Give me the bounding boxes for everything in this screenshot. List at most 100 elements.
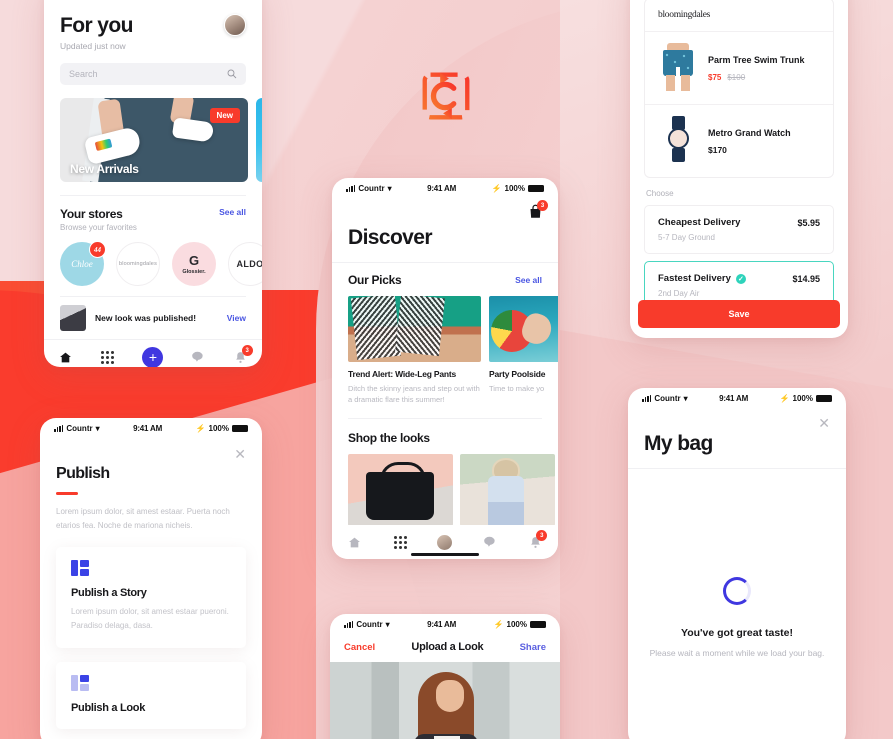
card-title: Publish a Look (71, 702, 146, 715)
store-name: Chloe (71, 259, 93, 269)
pick-image (489, 296, 558, 362)
publish-look-card[interactable]: Publish a Look (56, 662, 246, 730)
upload-topbar: Cancel Upload a Look Share (330, 634, 560, 662)
pick-description: Ditch the skinny jeans and step out with… (348, 384, 480, 405)
table-row[interactable]: Parm Tree Swim Trunk $75 $100 (645, 31, 833, 104)
wifi-icon: ▾ (683, 393, 688, 403)
look-thumbnail (60, 305, 86, 331)
list-item[interactable]: Party Poolside Time to make yo (489, 296, 558, 406)
clock-label: 9:41 AM (719, 393, 749, 403)
hero-card-new-arrivals[interactable]: New New Arrivals (60, 98, 248, 182)
swim-trunk-photo (658, 42, 698, 94)
watch-photo (658, 115, 698, 167)
table-row[interactable]: Metro Grand Watch $170 (645, 104, 833, 177)
battery-label: 100% (208, 423, 229, 433)
search-input[interactable]: Search (60, 63, 246, 85)
chat-icon[interactable] (190, 349, 206, 365)
home-icon[interactable] (347, 534, 363, 550)
see-all-picks-link[interactable]: See all (515, 275, 542, 285)
wifi-icon: ▾ (387, 183, 392, 193)
publish-topbar: ✕ (40, 438, 262, 461)
page-title: Discover (348, 226, 433, 249)
loading-state: You've got great taste! Please wait a mo… (628, 469, 846, 661)
home-indicator (411, 553, 479, 556)
see-all-stores-link[interactable]: See all (219, 207, 246, 217)
delivery-option-price: $5.95 (797, 217, 820, 228)
battery-label: 100% (506, 619, 527, 629)
loading-headline: You've got great taste! (681, 627, 793, 639)
loading-spinner (723, 577, 751, 605)
list-item[interactable]: bloomingdales (116, 242, 160, 286)
list-item[interactable]: ALDO (228, 242, 262, 286)
bell-icon[interactable]: 3 (233, 345, 253, 365)
title-underline (56, 492, 78, 495)
glossier-g-icon: G (188, 252, 200, 268)
clock-label: 9:41 AM (427, 619, 457, 629)
notification-row[interactable]: New look was published! View (44, 297, 262, 339)
close-icon[interactable]: ✕ (818, 416, 830, 430)
signal-bars-icon (346, 184, 356, 192)
battery-label: 100% (504, 183, 525, 193)
my-bag-topbar: ✕ (628, 408, 846, 430)
countr-logo (417, 67, 475, 125)
hero-card-next[interactable]: Ou (256, 98, 262, 182)
hero-carousel[interactable]: New New Arrivals Ou (60, 98, 262, 182)
phone-screen-publish: Countr ▾ 9:41 AM ⚡ 100% ✕ Publish Lorem … (40, 418, 262, 739)
look-photo[interactable] (330, 662, 560, 739)
save-button[interactable]: Save (638, 300, 840, 328)
search-placeholder: Search (69, 69, 98, 79)
page-title: Upload a Look (411, 641, 484, 653)
pick-description: Time to make yo (489, 384, 545, 393)
battery-icon (528, 184, 544, 192)
check-circle-icon: ✓ (735, 273, 746, 284)
carrier-label: Countr (66, 423, 93, 433)
product-price: $75 (708, 72, 722, 82)
bell-icon[interactable]: 3 (527, 530, 548, 550)
publish-story-card[interactable]: Publish a Story Lorem ipsum dolor, sit a… (56, 546, 246, 649)
for-you-header: For you Updated just now (44, 2, 262, 51)
shop-the-looks-header: Shop the looks (332, 419, 558, 445)
page-description: Lorem ipsum dolor, sit amest estaar. Pue… (56, 506, 230, 530)
status-badge: 3 (537, 200, 548, 211)
profile-avatar-icon[interactable] (437, 534, 453, 550)
add-button[interactable]: + (142, 346, 164, 367)
looks-carousel[interactable] (332, 445, 558, 526)
battery-icon (232, 424, 248, 432)
battery-icon (816, 394, 832, 402)
store-name: bloomingdales (118, 261, 158, 267)
view-link[interactable]: View (227, 313, 246, 323)
carrier-label: Countr (356, 619, 383, 629)
look-card[interactable] (348, 453, 453, 526)
status-bar: Countr ▾ 9:41 AM ⚡ 100% (40, 418, 262, 438)
picks-carousel[interactable]: Trend Alert: Wide-Leg Pants Ditch the sk… (332, 287, 558, 406)
page-title: For you (60, 14, 133, 37)
grid-icon[interactable] (100, 349, 116, 365)
shopping-bag-icon[interactable]: 3 (528, 200, 548, 220)
chat-icon[interactable] (482, 534, 498, 550)
avatar[interactable] (224, 14, 246, 36)
share-button[interactable]: Share (520, 642, 546, 653)
grid-icon[interactable] (392, 534, 408, 550)
list-item[interactable]: Chloe 44 (60, 241, 106, 286)
battery-bolt-icon: ⚡ (493, 619, 504, 629)
search-icon (227, 69, 237, 79)
clock-label: 9:41 AM (133, 423, 163, 433)
store-name: Glossier. (182, 268, 206, 275)
delivery-option-cheapest[interactable]: Cheapest Delivery $5.95 5-7 Day Ground (644, 205, 834, 254)
look-card[interactable] (460, 453, 555, 526)
wifi-icon: ▾ (385, 619, 390, 629)
cancel-button[interactable]: Cancel (344, 642, 375, 653)
list-item[interactable]: Trend Alert: Wide-Leg Pants Ditch the sk… (348, 296, 481, 406)
page-title: My bag (644, 432, 713, 455)
look-layout-icon (71, 675, 89, 692)
close-icon[interactable]: ✕ (234, 447, 246, 461)
list-item[interactable]: G Glossier. (172, 242, 216, 286)
home-icon[interactable] (57, 349, 73, 365)
battery-icon (530, 620, 546, 628)
discover-topbar: 3 (332, 198, 558, 220)
battery-bolt-icon: ⚡ (195, 423, 206, 433)
story-layout-icon (71, 559, 89, 576)
delivery-option-name: Cheapest Delivery (658, 217, 741, 228)
delivery-option-price: $14.95 (792, 273, 820, 284)
section-title-looks: Shop the looks (348, 430, 430, 445)
